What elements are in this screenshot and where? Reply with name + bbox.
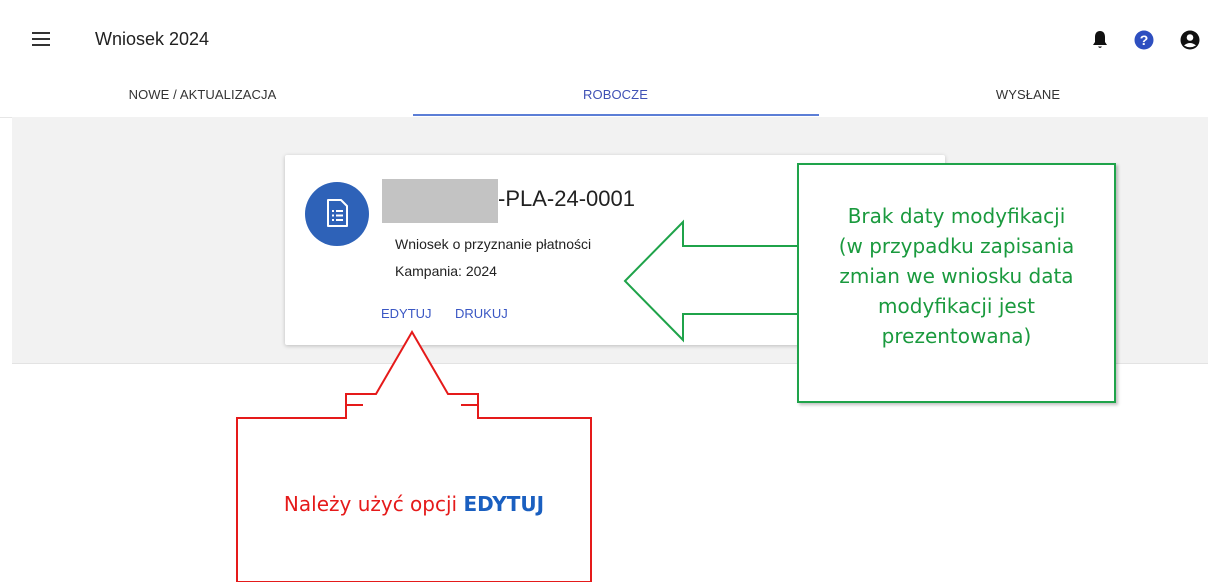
green-callout-line: (w przypadku zapisania xyxy=(838,234,1075,258)
green-arrow xyxy=(623,219,799,343)
red-callout-arrow xyxy=(236,330,592,582)
green-callout-line: zmian we wniosku data xyxy=(839,264,1074,288)
green-callout-line: Brak daty modyfikacji xyxy=(847,204,1066,228)
red-callout-label: Należy użyć opcji xyxy=(283,492,464,516)
green-callout: Brak daty modyfikacji (w przypadku zapis… xyxy=(797,163,1116,403)
red-callout-text: Należy użyć opcji EDYTUJ xyxy=(237,492,591,516)
green-callout-line: prezentowana) xyxy=(881,324,1032,348)
green-callout-line: modyfikacji jest xyxy=(878,294,1035,318)
red-callout-highlight: EDYTUJ xyxy=(463,492,545,516)
